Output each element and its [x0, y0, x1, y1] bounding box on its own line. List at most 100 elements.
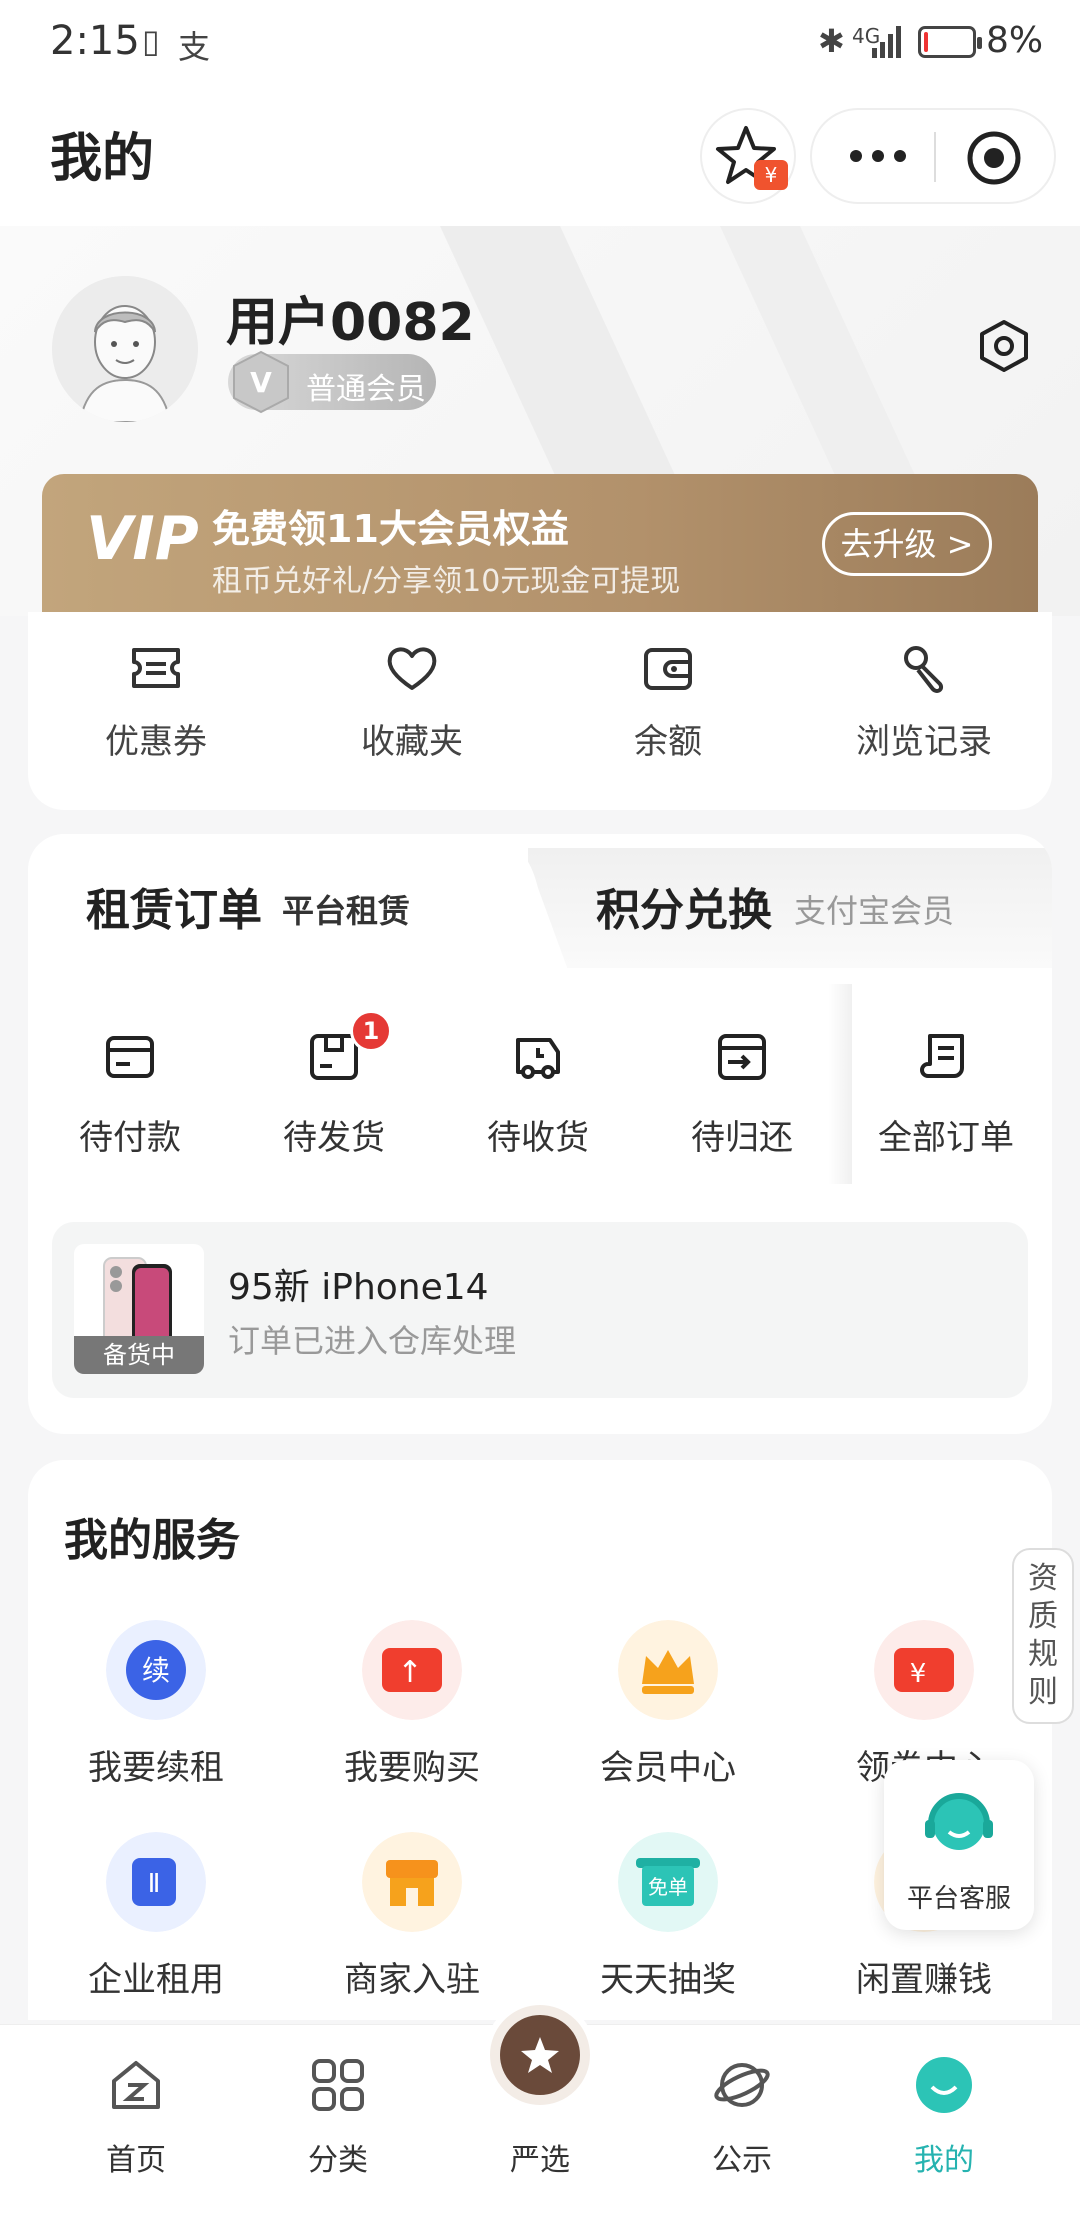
tab-points-label: 积分兑换 — [596, 885, 772, 936]
select-icon — [500, 2015, 580, 2095]
vip-banner[interactable]: VIP 免费领11大会员权益 租币兑好礼/分享领10元现金可提现 去升级 > — [42, 474, 1038, 624]
list-icon — [920, 1034, 964, 1078]
quick-tools: 优惠券 收藏夹 余额 浏览记录 — [28, 612, 1052, 810]
my-services-card: 我的服务 续 我要续租 ↑ 我要购买 会员中心 ¥ 领券中心 Ⅱ 企业租用 商家… — [28, 1460, 1052, 2020]
nav-announcement[interactable]: 公示 — [672, 2055, 812, 2179]
enterprise-glyph: Ⅱ — [148, 1869, 161, 1899]
nav-label: 首页 — [106, 2143, 166, 2178]
bluetooth-icon: ✱ — [818, 22, 845, 60]
tool-favorites[interactable]: 收藏夹 — [284, 640, 540, 763]
qualification-rules-tab[interactable]: 资质规则 — [1012, 1548, 1074, 1724]
order-status-label: 待收货 — [487, 1118, 589, 1158]
page-title: 我的 — [50, 129, 155, 189]
tool-history[interactable]: 浏览记录 — [796, 640, 1052, 763]
order-status-to-return[interactable]: 待归还 — [640, 1028, 844, 1159]
username: 用户0082 — [226, 293, 475, 353]
service-buy[interactable]: ↑ 我要购买 — [284, 1620, 540, 1789]
favorite-button[interactable]: ¥ — [700, 108, 796, 204]
settings-hex-icon — [980, 320, 1028, 372]
headset-icon — [925, 1793, 993, 1850]
nav-label: 公示 — [712, 2143, 772, 2178]
service-enterprise[interactable]: Ⅱ 企业租用 — [28, 1832, 284, 2001]
service-label: 我要续租 — [88, 1748, 224, 1788]
v-shield-icon: V — [233, 350, 289, 414]
planet-icon — [714, 2063, 770, 2107]
tab-points-sub: 支付宝会员 — [794, 892, 955, 930]
tool-coupon[interactable]: 优惠券 — [28, 640, 284, 763]
grid-icon — [312, 2059, 364, 2111]
customer-service-float[interactable]: 平台客服 — [884, 1760, 1034, 1930]
order-status-label: 全部订单 — [878, 1118, 1014, 1158]
more-button[interactable] — [848, 144, 908, 172]
member-level-text: 普通会员 — [306, 372, 426, 407]
tool-balance[interactable]: 余额 — [540, 640, 796, 763]
nav-label: 严选 — [510, 2143, 570, 2178]
tool-label: 浏览记录 — [856, 722, 992, 762]
service-lottery[interactable]: 免单 天天抽奖 — [540, 1832, 796, 2001]
close-mini-program-button[interactable] — [964, 128, 1024, 192]
renew-glyph: 续 — [142, 1654, 170, 1687]
upgrade-button[interactable]: 去升级 > — [822, 512, 992, 576]
fav-badge-text: ¥ — [765, 163, 778, 187]
coupon-glyph: ¥ — [910, 1659, 927, 1689]
avatar-face-icon — [52, 276, 198, 422]
nav-label: 分类 — [308, 2143, 368, 2178]
heart-icon — [387, 647, 437, 690]
tool-label: 优惠券 — [105, 722, 207, 762]
renew-icon: 续 — [106, 1620, 206, 1720]
order-status-all[interactable]: 全部订单 — [844, 1028, 1048, 1159]
lottery-icon: 免单 — [618, 1832, 718, 1932]
vip-title: 免费领11大会员权益 — [212, 507, 569, 551]
settings-button[interactable] — [976, 318, 1032, 378]
enterprise-icon: Ⅱ — [106, 1832, 206, 1932]
app-header: 我的 ¥ — [0, 86, 1080, 226]
service-label: 天天抽奖 — [600, 1960, 736, 2000]
product-name: 95新 iPhone14 — [228, 1267, 489, 1308]
vip-logo: VIP — [86, 504, 199, 574]
footprint-icon — [904, 646, 943, 693]
nav-category[interactable]: 分类 — [268, 2055, 408, 2179]
tool-label: 收藏夹 — [361, 722, 463, 762]
nav-me[interactable]: 我的 — [874, 2055, 1014, 2179]
tool-label: 余额 — [634, 722, 702, 762]
tab-curve — [508, 848, 568, 970]
card-icon — [106, 1036, 154, 1078]
order-status-unpaid[interactable]: 待付款 — [28, 1028, 232, 1159]
nav-select[interactable] — [484, 1999, 596, 2111]
customer-service-label: 平台客服 — [906, 1884, 1011, 1914]
order-status-to-receive[interactable]: 待收货 — [436, 1028, 640, 1159]
bottom-navigation: 首页 分类 严选 公示 我的 — [0, 1999, 1080, 2240]
service-merchant-join[interactable]: 商家入驻 — [284, 1832, 540, 2001]
order-status-to-ship[interactable]: 1 待发货 — [232, 1010, 436, 1159]
stocking-tag: 备货中 — [74, 1336, 204, 1374]
nav-label: 我的 — [914, 2143, 974, 2178]
order-status-label: 待付款 — [79, 1118, 181, 1158]
avatar[interactable] — [52, 276, 198, 422]
me-icon — [916, 2057, 972, 2113]
service-label: 闲置赚钱 — [856, 1960, 992, 2000]
service-label: 企业租用 — [88, 1960, 224, 2000]
service-label: 我要购买 — [344, 1748, 480, 1788]
order-notice-card[interactable]: 备货中 95新 iPhone14 订单已进入仓库处理 — [52, 1222, 1028, 1398]
member-level-badge[interactable]: V 普通会员 — [228, 350, 436, 414]
mini-program-capsule — [810, 108, 1056, 204]
service-label: 商家入驻 — [344, 1960, 480, 2000]
store-icon — [362, 1832, 462, 1932]
service-label: 会员中心 — [600, 1748, 736, 1788]
order-message: 订单已进入仓库处理 — [228, 1322, 517, 1360]
wallet-icon — [644, 648, 692, 690]
truck-icon — [516, 1038, 560, 1079]
target-close-icon — [967, 131, 1021, 185]
badge-letter: V — [250, 366, 272, 399]
service-member-center[interactable]: 会员中心 — [540, 1620, 796, 1789]
service-renew[interactable]: 续 我要续租 — [28, 1620, 284, 1789]
star-icon: ¥ — [716, 126, 788, 190]
orders-card: 租赁订单 平台租赁 积分兑换 支付宝会员 待付款 1 待发货 待收货 待归还 全… — [28, 834, 1052, 1434]
phone-icon: ▯ — [142, 22, 160, 60]
coupon-icon: ¥ — [874, 1620, 974, 1720]
lottery-glyph: 免单 — [648, 1875, 688, 1899]
product-thumbnail: 备货中 — [74, 1244, 204, 1374]
nav-home[interactable]: 首页 — [66, 2055, 206, 2179]
status-time: 2:15 — [50, 18, 140, 64]
return-icon — [718, 1034, 766, 1080]
